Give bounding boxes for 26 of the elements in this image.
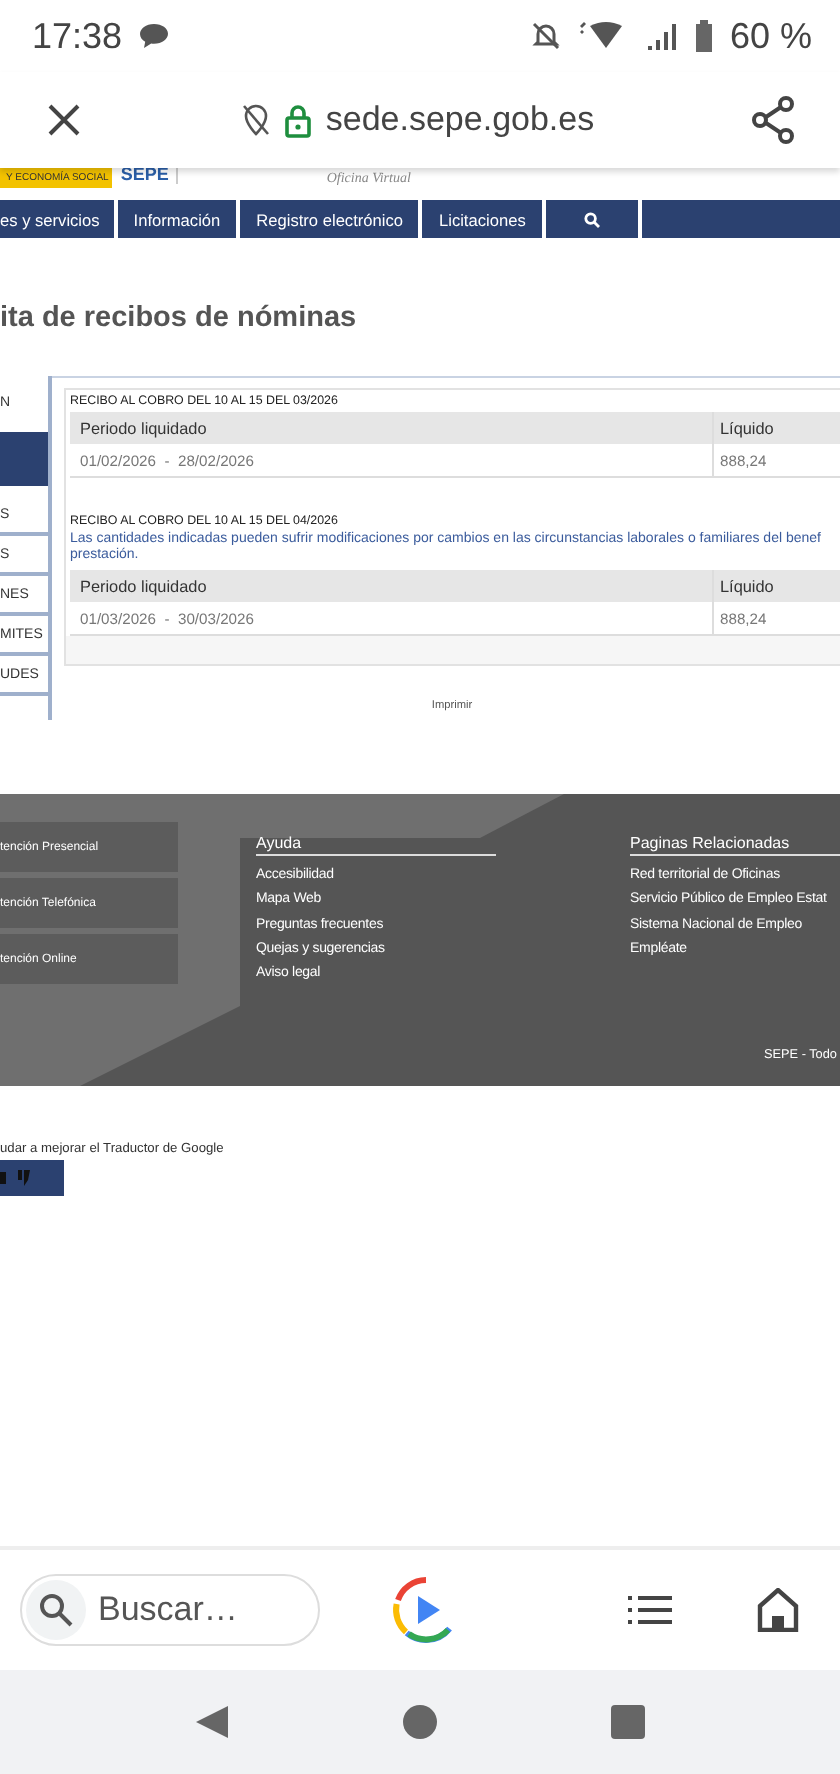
footer-heading: Paginas Relacionadas bbox=[630, 834, 840, 856]
page-title: ita de recibos de nóminas bbox=[0, 302, 359, 338]
site-logo[interactable]: SEPE bbox=[120, 168, 179, 184]
search-icon bbox=[583, 211, 600, 227]
column-header: Líquido bbox=[718, 577, 774, 595]
crossed-pin-icon[interactable] bbox=[241, 104, 270, 136]
footer-heading: Ayuda bbox=[256, 834, 496, 856]
share-icon[interactable] bbox=[752, 96, 796, 144]
recents-icon[interactable] bbox=[610, 1704, 646, 1740]
thumbs-icon bbox=[0, 1168, 32, 1188]
close-icon[interactable] bbox=[44, 100, 84, 140]
battery-icon bbox=[693, 20, 714, 52]
home-icon[interactable] bbox=[756, 1588, 800, 1632]
chat-icon bbox=[138, 22, 171, 50]
battery-level: 60 % bbox=[729, 15, 812, 57]
nav-item[interactable]: es y servicios bbox=[0, 200, 118, 238]
home-button-icon[interactable] bbox=[402, 1704, 438, 1740]
clock: 17:38 bbox=[32, 15, 123, 57]
back-icon[interactable] bbox=[194, 1704, 230, 1740]
lock-icon[interactable] bbox=[283, 103, 312, 137]
url-text[interactable]: sede.sepe.gob.es bbox=[325, 100, 595, 140]
column-header: Líquido bbox=[718, 419, 774, 437]
signal-icon bbox=[645, 22, 678, 50]
muted-bell-icon bbox=[529, 20, 562, 52]
list-icon[interactable] bbox=[628, 1594, 672, 1626]
search-icon bbox=[38, 1592, 74, 1628]
